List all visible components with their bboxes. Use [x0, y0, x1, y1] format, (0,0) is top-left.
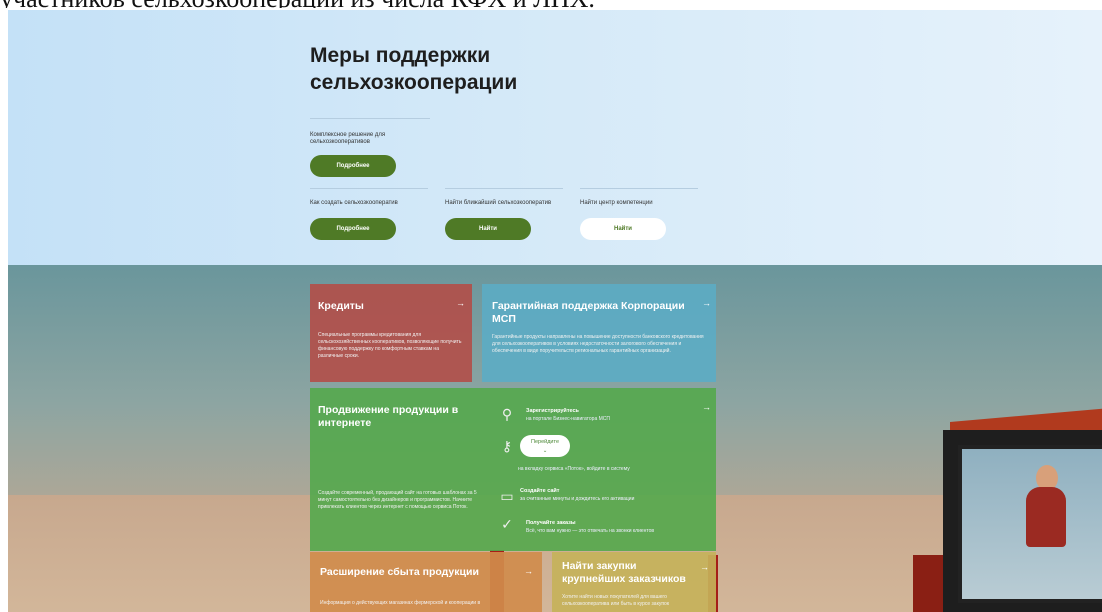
- tile-guarantee[interactable]: Гарантийная поддержка Корпорации МСП → Г…: [482, 284, 716, 382]
- arrow-right-icon: →: [702, 402, 711, 412]
- person-key-icon: ⚲: [501, 406, 513, 422]
- driver: [1026, 487, 1066, 547]
- complex-solution-text: Комплексное решение для сельхозкооперати…: [310, 132, 386, 145]
- more-button-create[interactable]: Подробнее: [310, 218, 396, 240]
- step-go-sub: на вкладку сервиса «Поток», войдите в си…: [518, 466, 630, 472]
- tile-credits-text: Специальные программы кредитования для с…: [318, 332, 462, 359]
- page-frame: Меры поддержки сельхозкооперации Комплек…: [8, 10, 1102, 612]
- tile-sales[interactable]: Расширение сбыта продукции → Информация …: [310, 552, 542, 612]
- tile-promotion-text: Создайте современный, продающий сайт на …: [318, 490, 477, 510]
- tile-credits[interactable]: Кредиты → Специальные программы кредитов…: [310, 284, 472, 382]
- page-title-line2: сельхозкооперации: [310, 71, 518, 94]
- chevron-down-icon: ⌄: [542, 448, 548, 454]
- step-register-sub: на портале Бизнес-навигатора МСП: [526, 416, 610, 422]
- tile-purchases[interactable]: Найти закупки крупнейших заказчиков → Хо…: [552, 552, 716, 612]
- laptop-icon: ▭: [500, 488, 514, 504]
- step-create-sub: за считанные минуты и дождитесь его акти…: [520, 496, 635, 502]
- step-orders-title: Получайте заказы: [526, 520, 576, 526]
- tile-promotion[interactable]: Продвижение продукции в интернете → Созд…: [310, 388, 716, 551]
- step-create-title: Создайте сайт: [520, 488, 560, 494]
- arrow-right-icon: →: [456, 298, 465, 308]
- hero-section: Меры поддержки сельхозкооперации Комплек…: [8, 10, 1102, 265]
- tile-purchases-title-line1: Найти закупки: [562, 560, 637, 572]
- check-icon: ✓: [501, 516, 513, 532]
- how-create-text: Как создать сельхозкооператив: [310, 200, 398, 206]
- more-button-complex[interactable]: Подробнее: [310, 155, 396, 177]
- divider: [580, 188, 698, 189]
- divider: [445, 188, 563, 189]
- document-caption: участников сельхозкооперации из числа КФ…: [0, 0, 1102, 8]
- page-title-line1: Меры поддержки: [310, 44, 491, 67]
- find-cooperative-button[interactable]: Найти: [445, 218, 531, 240]
- find-center-text: Найти центр компетенции: [580, 200, 653, 206]
- tile-purchases-title-line2: крупнейших заказчиков: [562, 573, 686, 585]
- tile-promotion-title: Продвижение продукции в интернете: [318, 404, 459, 429]
- divider: [310, 188, 428, 189]
- arrow-right-icon: →: [700, 562, 709, 572]
- step-orders-sub: Всё, что вам нужно — это отвечать на зво…: [526, 528, 655, 534]
- go-button[interactable]: Перейдите ⌄: [520, 435, 570, 457]
- arrow-right-icon: →: [702, 298, 711, 308]
- tile-purchases-text: Хотите найти новых покупателей для вашег…: [562, 594, 670, 607]
- key-icon: ⚷: [501, 438, 513, 454]
- go-button-label: Перейдите: [531, 439, 559, 445]
- tile-guarantee-title: Гарантийная поддержка Корпорации МСП: [492, 300, 685, 325]
- step-register-title: Зарегистрируйтесь: [526, 408, 579, 414]
- tile-sales-text: Информация о действующих магазинах ферме…: [320, 600, 481, 606]
- tile-credits-title: Кредиты: [318, 300, 364, 312]
- find-center-button[interactable]: Найти: [580, 218, 666, 240]
- arrow-right-icon: →: [524, 566, 533, 576]
- find-nearest-text: Найти ближайший сельхозкооператив: [445, 200, 552, 206]
- tile-purchases-title: Найти закупки крупнейших заказчиков: [562, 560, 702, 586]
- divider: [310, 118, 430, 119]
- tile-sales-title: Расширение сбыта продукции: [320, 566, 479, 578]
- page-title: Меры поддержки сельхозкооперации: [310, 42, 610, 96]
- tile-guarantee-text: Гарантийные продукты направлены на повыш…: [492, 334, 704, 354]
